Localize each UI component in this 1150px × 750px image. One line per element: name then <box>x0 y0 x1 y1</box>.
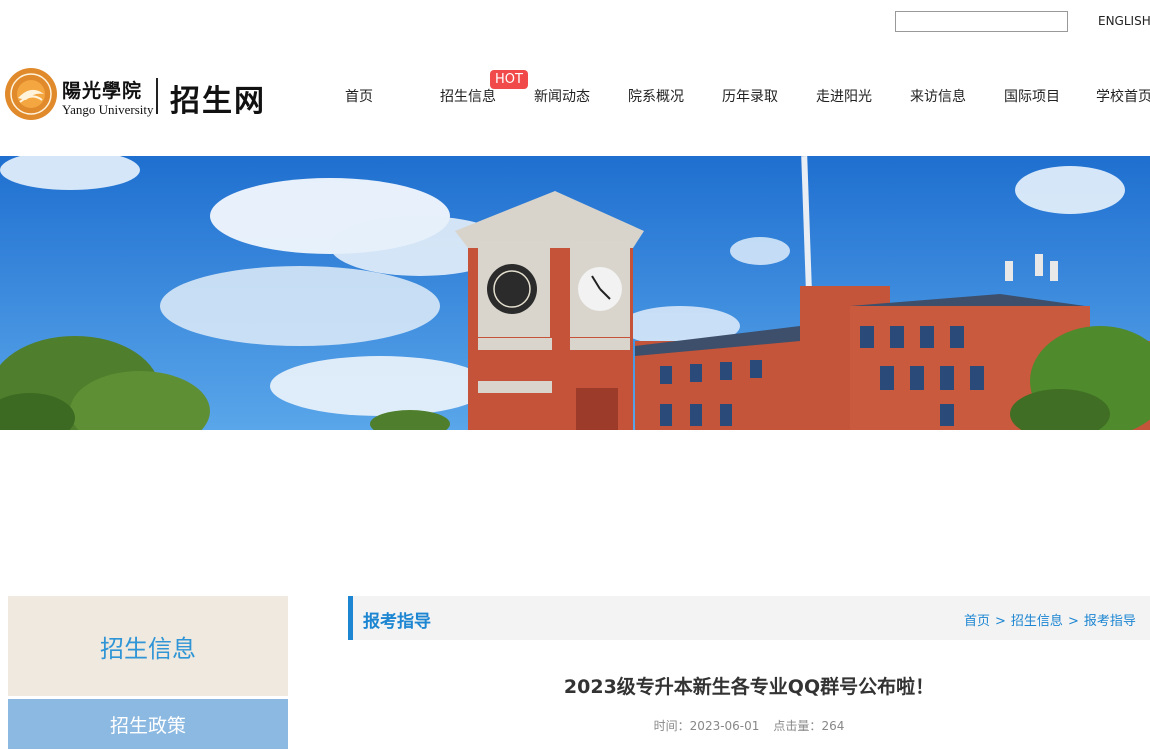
logo-name-en: Yango University <box>62 102 154 117</box>
nav-item-international[interactable]: 国际项目 <box>985 86 1079 108</box>
section-title: 报考指导 <box>363 612 431 632</box>
nav-item-school-home[interactable]: 学校首页 <box>1079 86 1150 108</box>
breadcrumb-home[interactable]: 首页 <box>964 614 990 629</box>
site-logo[interactable]: 陽光學院 Yango University 招生网 <box>4 66 279 126</box>
article-views: 264 <box>821 719 845 733</box>
nav-item-visits[interactable]: 来访信息 <box>891 86 985 108</box>
nav-item-admissions[interactable]: 招生信息 <box>421 86 515 108</box>
sidebar-title: 招生信息 <box>100 634 196 663</box>
article-meta: 时间：2023-06-01 点击量：264 <box>348 717 1150 734</box>
main-nav: 首页 招生信息 新闻动态 院系概况 历年录取 走进阳光 来访信息 国际项目 学校… <box>312 86 1150 110</box>
breadcrumb-separator: > <box>1067 614 1079 629</box>
logo-name-cn: 陽光學院 <box>62 80 143 102</box>
logo-site-name: 招生网 <box>170 84 266 119</box>
article-time: 2023-06-01 <box>689 719 760 733</box>
sidebar-item-admissions-policy[interactable]: 招生政策 <box>8 699 288 749</box>
breadcrumb-admissions[interactable]: 招生信息 <box>1011 614 1063 629</box>
english-link[interactable]: ENGLISH <box>1098 14 1150 28</box>
nav-item-news[interactable]: 新闻动态 <box>515 86 609 108</box>
search-input[interactable] <box>895 11 1068 32</box>
section-header: 报考指导 首页 > 招生信息 > 报考指导 <box>348 596 1150 640</box>
nav-item-past-admissions[interactable]: 历年录取 <box>703 86 797 108</box>
breadcrumb: 首页 > 招生信息 > 报考指导 <box>964 610 1136 629</box>
breadcrumb-separator: > <box>995 614 1006 629</box>
sidebar-item-label: 招生政策 <box>109 714 186 737</box>
article-time-label: 时间： <box>653 719 690 733</box>
university-seal-icon <box>5 68 57 120</box>
breadcrumb-guide[interactable]: 报考指导 <box>1084 614 1136 629</box>
sidebar-header: 招生信息 <box>8 596 288 696</box>
logo-divider <box>156 78 158 114</box>
article-views-label: 点击量： <box>773 719 822 733</box>
campus-banner <box>0 156 1150 430</box>
nav-item-home[interactable]: 首页 <box>312 86 406 108</box>
nav-item-about[interactable]: 走进阳光 <box>797 86 891 108</box>
nav-item-departments[interactable]: 院系概况 <box>609 86 703 108</box>
article-title: 2023级专升本新生各专业QQ群号公布啦！ <box>563 676 935 698</box>
hot-badge: HOT <box>490 70 528 89</box>
